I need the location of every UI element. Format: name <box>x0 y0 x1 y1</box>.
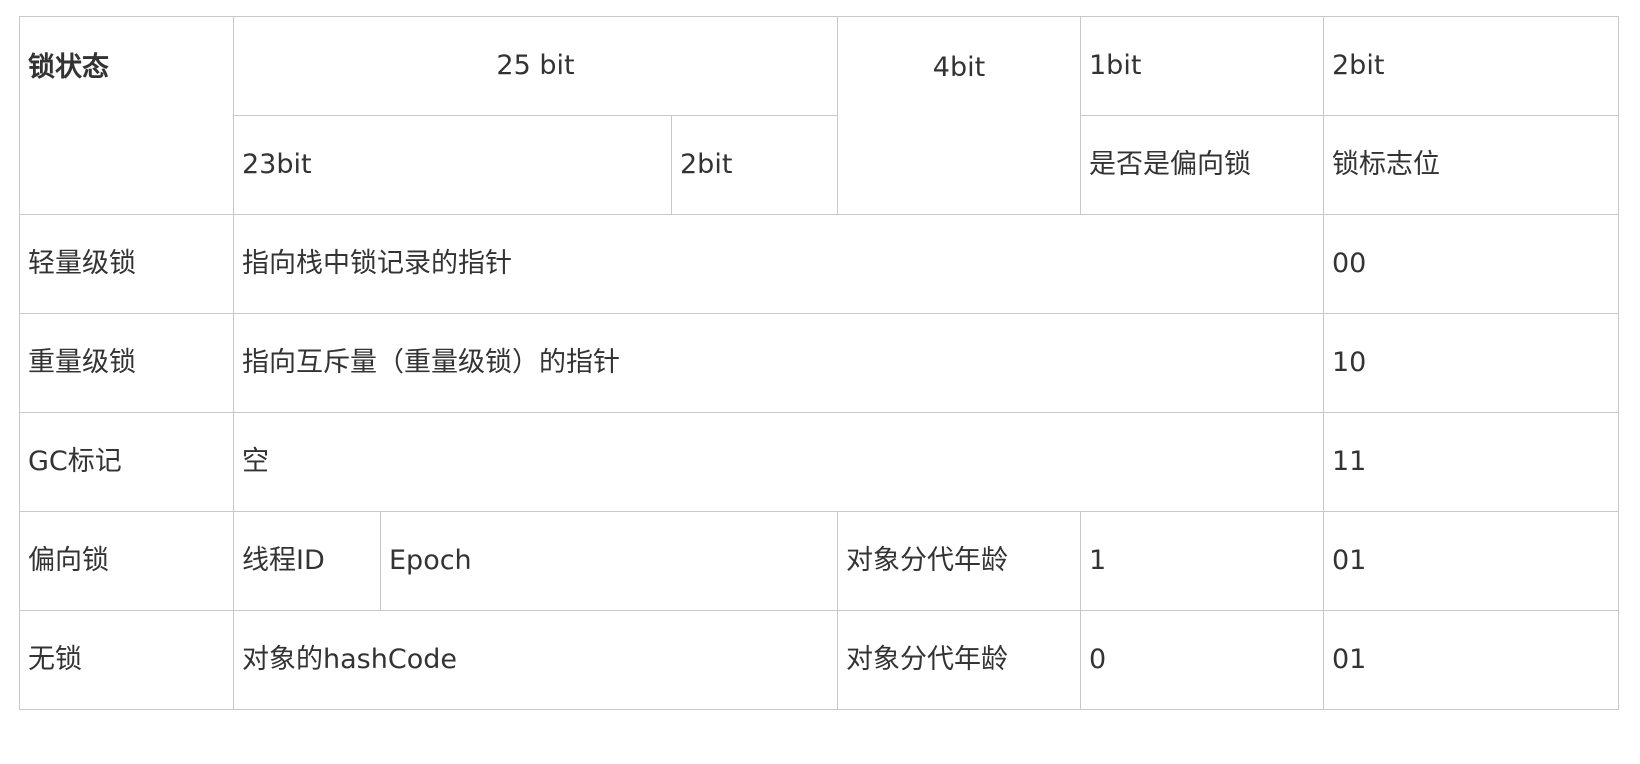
header-1bit: 1bit <box>1080 16 1324 116</box>
flag-cell: 00 <box>1323 214 1619 314</box>
mark-word-table: 锁状态 25 bit 4bit 1bit 2bit 23bit 2bit 是否是… <box>19 16 1619 710</box>
header-4bit: 4bit <box>837 16 1081 215</box>
flag-cell: 11 <box>1323 412 1619 512</box>
lock-state-cell: 重量级锁 <box>19 313 234 413</box>
biased-bit-cell: 0 <box>1080 610 1324 710</box>
lock-state-cell: 偏向锁 <box>19 511 234 611</box>
content-cell: 指向互斥量（重量级锁）的指针 <box>233 313 1324 413</box>
table-row: 偏向锁 线程ID Epoch 对象分代年龄 1 01 <box>19 511 1619 611</box>
flag-cell: 01 <box>1323 511 1619 611</box>
header-row: 锁状态 25 bit 4bit 1bit 2bit <box>19 16 1619 215</box>
lock-state-cell: 无锁 <box>19 610 234 710</box>
subheader-row: 23bit 2bit 是否是偏向锁 锁标志位 <box>20 115 1619 215</box>
table-row: 轻量级锁 指向栈中锁记录的指针 00 <box>19 214 1619 314</box>
hashcode-cell: 对象的hashCode <box>233 610 838 710</box>
age-cell: 对象分代年龄 <box>837 511 1081 611</box>
header-25bit: 25 bit <box>233 16 838 116</box>
lock-state-cell: 轻量级锁 <box>19 214 234 314</box>
table-row: 重量级锁 指向互斥量（重量级锁）的指针 10 <box>19 313 1619 413</box>
table-row: GC标记 空 11 <box>19 412 1619 512</box>
thread-id-cell: 线程ID <box>233 511 381 611</box>
content-cell: 空 <box>233 412 1324 512</box>
lock-state-cell: GC标记 <box>19 412 234 512</box>
biased-bit-cell: 1 <box>1080 511 1324 611</box>
table-row: 无锁 对象的hashCode 对象分代年龄 0 01 <box>19 610 1619 710</box>
epoch-cell: Epoch <box>380 511 838 611</box>
header-2bit: 2bit <box>1323 16 1619 116</box>
header-lock-flag: 锁标志位 <box>1323 115 1619 215</box>
header-23bit: 23bit <box>233 115 672 215</box>
age-cell: 对象分代年龄 <box>837 610 1081 710</box>
content-cell: 指向栈中锁记录的指针 <box>233 214 1324 314</box>
header-lock-state: 锁状态 <box>19 16 234 215</box>
flag-cell: 01 <box>1323 610 1619 710</box>
header-2bit-sub: 2bit <box>671 115 838 215</box>
flag-cell: 10 <box>1323 313 1619 413</box>
header-is-biased: 是否是偏向锁 <box>1080 115 1324 215</box>
